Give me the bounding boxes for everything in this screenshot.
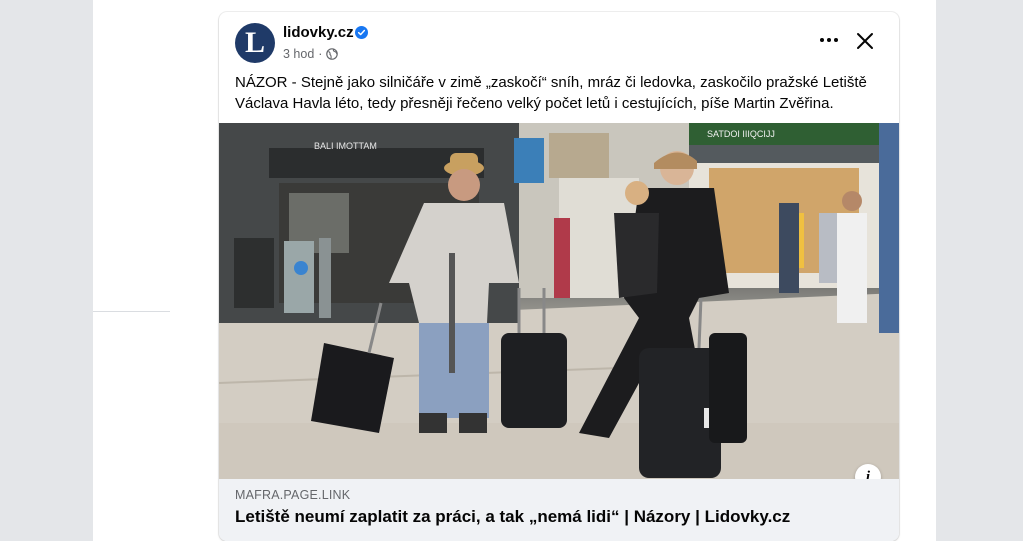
meta-separator: · [318, 47, 323, 61]
divider-line [93, 311, 170, 312]
post-card: L lidovky.cz 3 hod · NÁZOR - Stejně jako… [219, 12, 899, 541]
post-text: NÁZOR - Stejně jako silničáře v zimě „za… [235, 74, 867, 112]
svg-text:SATDOI IIIQCIJJ: SATDOI IIIQCIJJ [707, 129, 775, 139]
avatar-letter: L [244, 26, 265, 59]
svg-text:BALI IMOTTAM: BALI IMOTTAM [314, 141, 377, 151]
close-icon[interactable] [853, 29, 877, 53]
link-preview[interactable]: MAFRA.PAGE.LINK Letiště neumí zaplatit z… [219, 479, 899, 541]
globe-icon[interactable] [326, 48, 339, 60]
right-gutter [936, 0, 1023, 541]
verified-badge-icon [355, 26, 368, 39]
left-gutter [0, 0, 93, 541]
post-time[interactable]: 3 hod [283, 47, 314, 61]
more-options-icon[interactable] [815, 30, 843, 50]
avatar[interactable]: L [235, 23, 275, 63]
page-name[interactable]: lidovky.cz [283, 24, 354, 41]
link-title[interactable]: Letiště neumí zaplatit za práci, a tak „… [235, 507, 790, 527]
link-domain: MAFRA.PAGE.LINK [235, 488, 351, 502]
post-meta: 3 hod · [283, 47, 339, 61]
airport-photo: BALI IMOTTAM SATDOI IIIQCIJJ [219, 123, 899, 479]
post-image[interactable]: BALI IMOTTAM SATDOI IIIQCIJJ [219, 123, 899, 479]
